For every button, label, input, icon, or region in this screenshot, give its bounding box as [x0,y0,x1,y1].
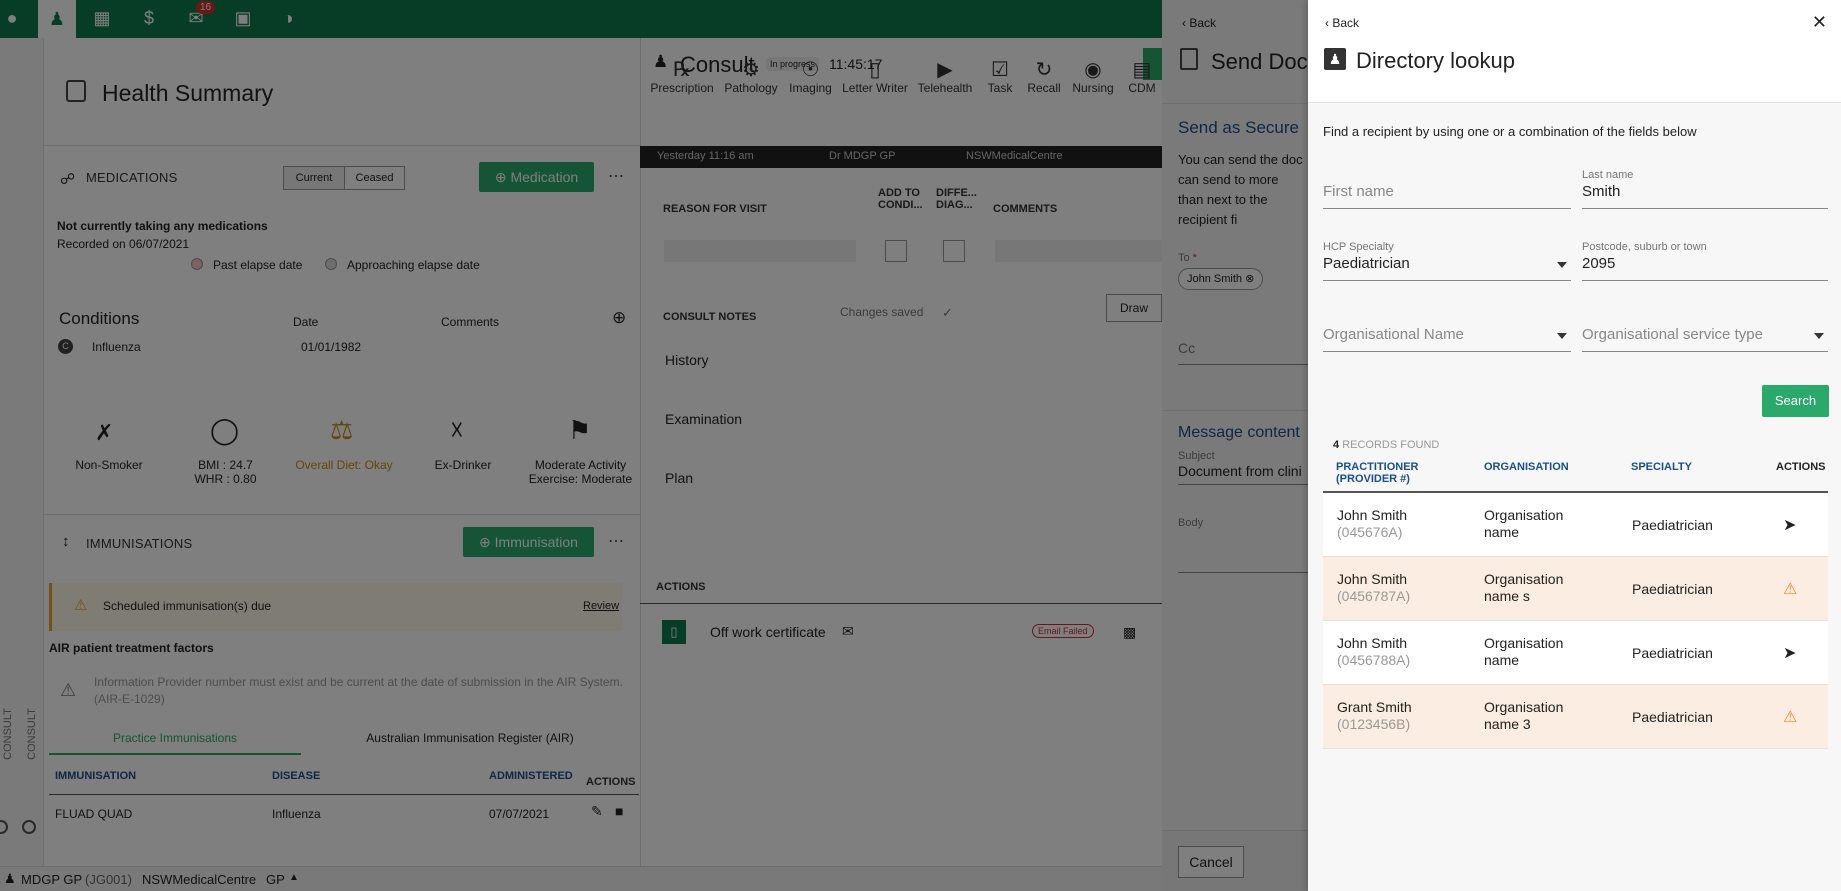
first-name-placeholder: First name [1323,183,1394,200]
specialty-value: Paediatrician [1323,255,1410,272]
specialty-cell: Paediatrician [1632,581,1713,597]
practitioner-name: Grant Smith [1337,699,1412,715]
organisation-cell: Organisation name [1484,507,1564,540]
close-icon[interactable]: ✕ [1812,12,1827,33]
provider-number: (045676A) [1337,524,1403,540]
organisation-cell: Organisation name 3 [1484,699,1564,732]
send-document-dim [1162,0,1308,891]
practitioner-name: John Smith [1337,571,1408,587]
practitioner-cell: John Smith (0456787A) [1337,571,1410,605]
postcode-label: Postcode, suburb or town [1582,241,1707,253]
col-specialty: SPECIALTY [1631,461,1692,473]
provider-number: (0456787A) [1337,588,1411,604]
directory-body: Find a recipient by using one or a combi… [1308,103,1841,891]
specialty-cell: Paediatrician [1632,517,1713,533]
practitioner-name: John Smith [1337,507,1408,523]
postcode-value: 2095 [1582,255,1616,272]
table-row[interactable]: John Smith (0456788A) Organisation name P… [1323,621,1828,685]
directory-title: Directory lookup [1356,48,1515,73]
specialty-label: HCP Specialty [1323,241,1394,253]
back-button[interactable]: ‹ Back [1325,16,1359,30]
back-label: Back [1332,16,1360,30]
table-row[interactable]: John Smith (0456787A) Organisation name s… [1323,557,1828,621]
modal-overlay[interactable] [0,0,1308,891]
org-name-select[interactable]: Organisational Name [1323,312,1571,352]
caret-down-icon [1557,262,1567,268]
org-type-placeholder: Organisational service type [1582,326,1763,343]
caret-down-icon [1814,333,1824,339]
directory-intro: Find a recipient by using one or a combi… [1323,124,1697,139]
send-icon[interactable]: ➤ [1783,643,1796,663]
organisation-cell: Organisation name s [1484,571,1564,604]
practitioner-cell: John Smith (045676A) [1337,507,1407,541]
specialty-cell: Paediatrician [1632,709,1713,725]
practitioner-cell: Grant Smith (0123456B) [1337,699,1412,733]
org-type-select[interactable]: Organisational service type [1582,312,1828,352]
send-icon[interactable]: ➤ [1783,515,1796,535]
provider-number: (0456788A) [1337,652,1411,668]
last-name-field[interactable]: Last name Smith [1582,169,1828,209]
contact-card-icon: ♟ [1324,48,1346,70]
last-name-value: Smith [1582,183,1621,200]
records-label: RECORDS FOUND [1342,439,1440,451]
specialty-select[interactable]: HCP Specialty Paediatrician [1323,241,1571,281]
records-count: 4 [1333,439,1340,451]
records-found: 4 RECORDS FOUND [1333,439,1439,451]
warning-icon[interactable]: ⚠ [1783,579,1797,599]
last-name-label: Last name [1582,169,1634,181]
specialty-cell: Paediatrician [1632,645,1713,661]
org-name-placeholder: Organisational Name [1323,326,1464,343]
search-button[interactable]: Search [1762,385,1829,417]
organisation-cell: Organisation name [1484,635,1564,668]
directory-header: ‹ Back ✕ ♟ Directory lookup [1308,0,1841,103]
first-name-field[interactable]: First name [1323,169,1571,209]
table-row[interactable]: Grant Smith (0123456B) Organisation name … [1323,685,1828,749]
col-actions: ACTIONS [1776,461,1826,473]
practitioner-name: John Smith [1337,635,1408,651]
caret-down-icon [1557,333,1567,339]
warning-icon[interactable]: ⚠ [1783,707,1797,727]
table-row[interactable]: John Smith (045676A) Organisation name Pa… [1323,493,1828,557]
col-organisation: ORGANISATION [1484,461,1569,473]
provider-number: (0123456B) [1337,716,1411,732]
col-practitioner: PRACTITIONER (PROVIDER #) [1336,461,1419,485]
postcode-field[interactable]: Postcode, suburb or town 2095 [1582,241,1828,281]
directory-lookup-panel: ‹ Back ✕ ♟ Directory lookup Find a recip… [1308,0,1841,891]
practitioner-cell: John Smith (0456788A) [1337,635,1410,669]
